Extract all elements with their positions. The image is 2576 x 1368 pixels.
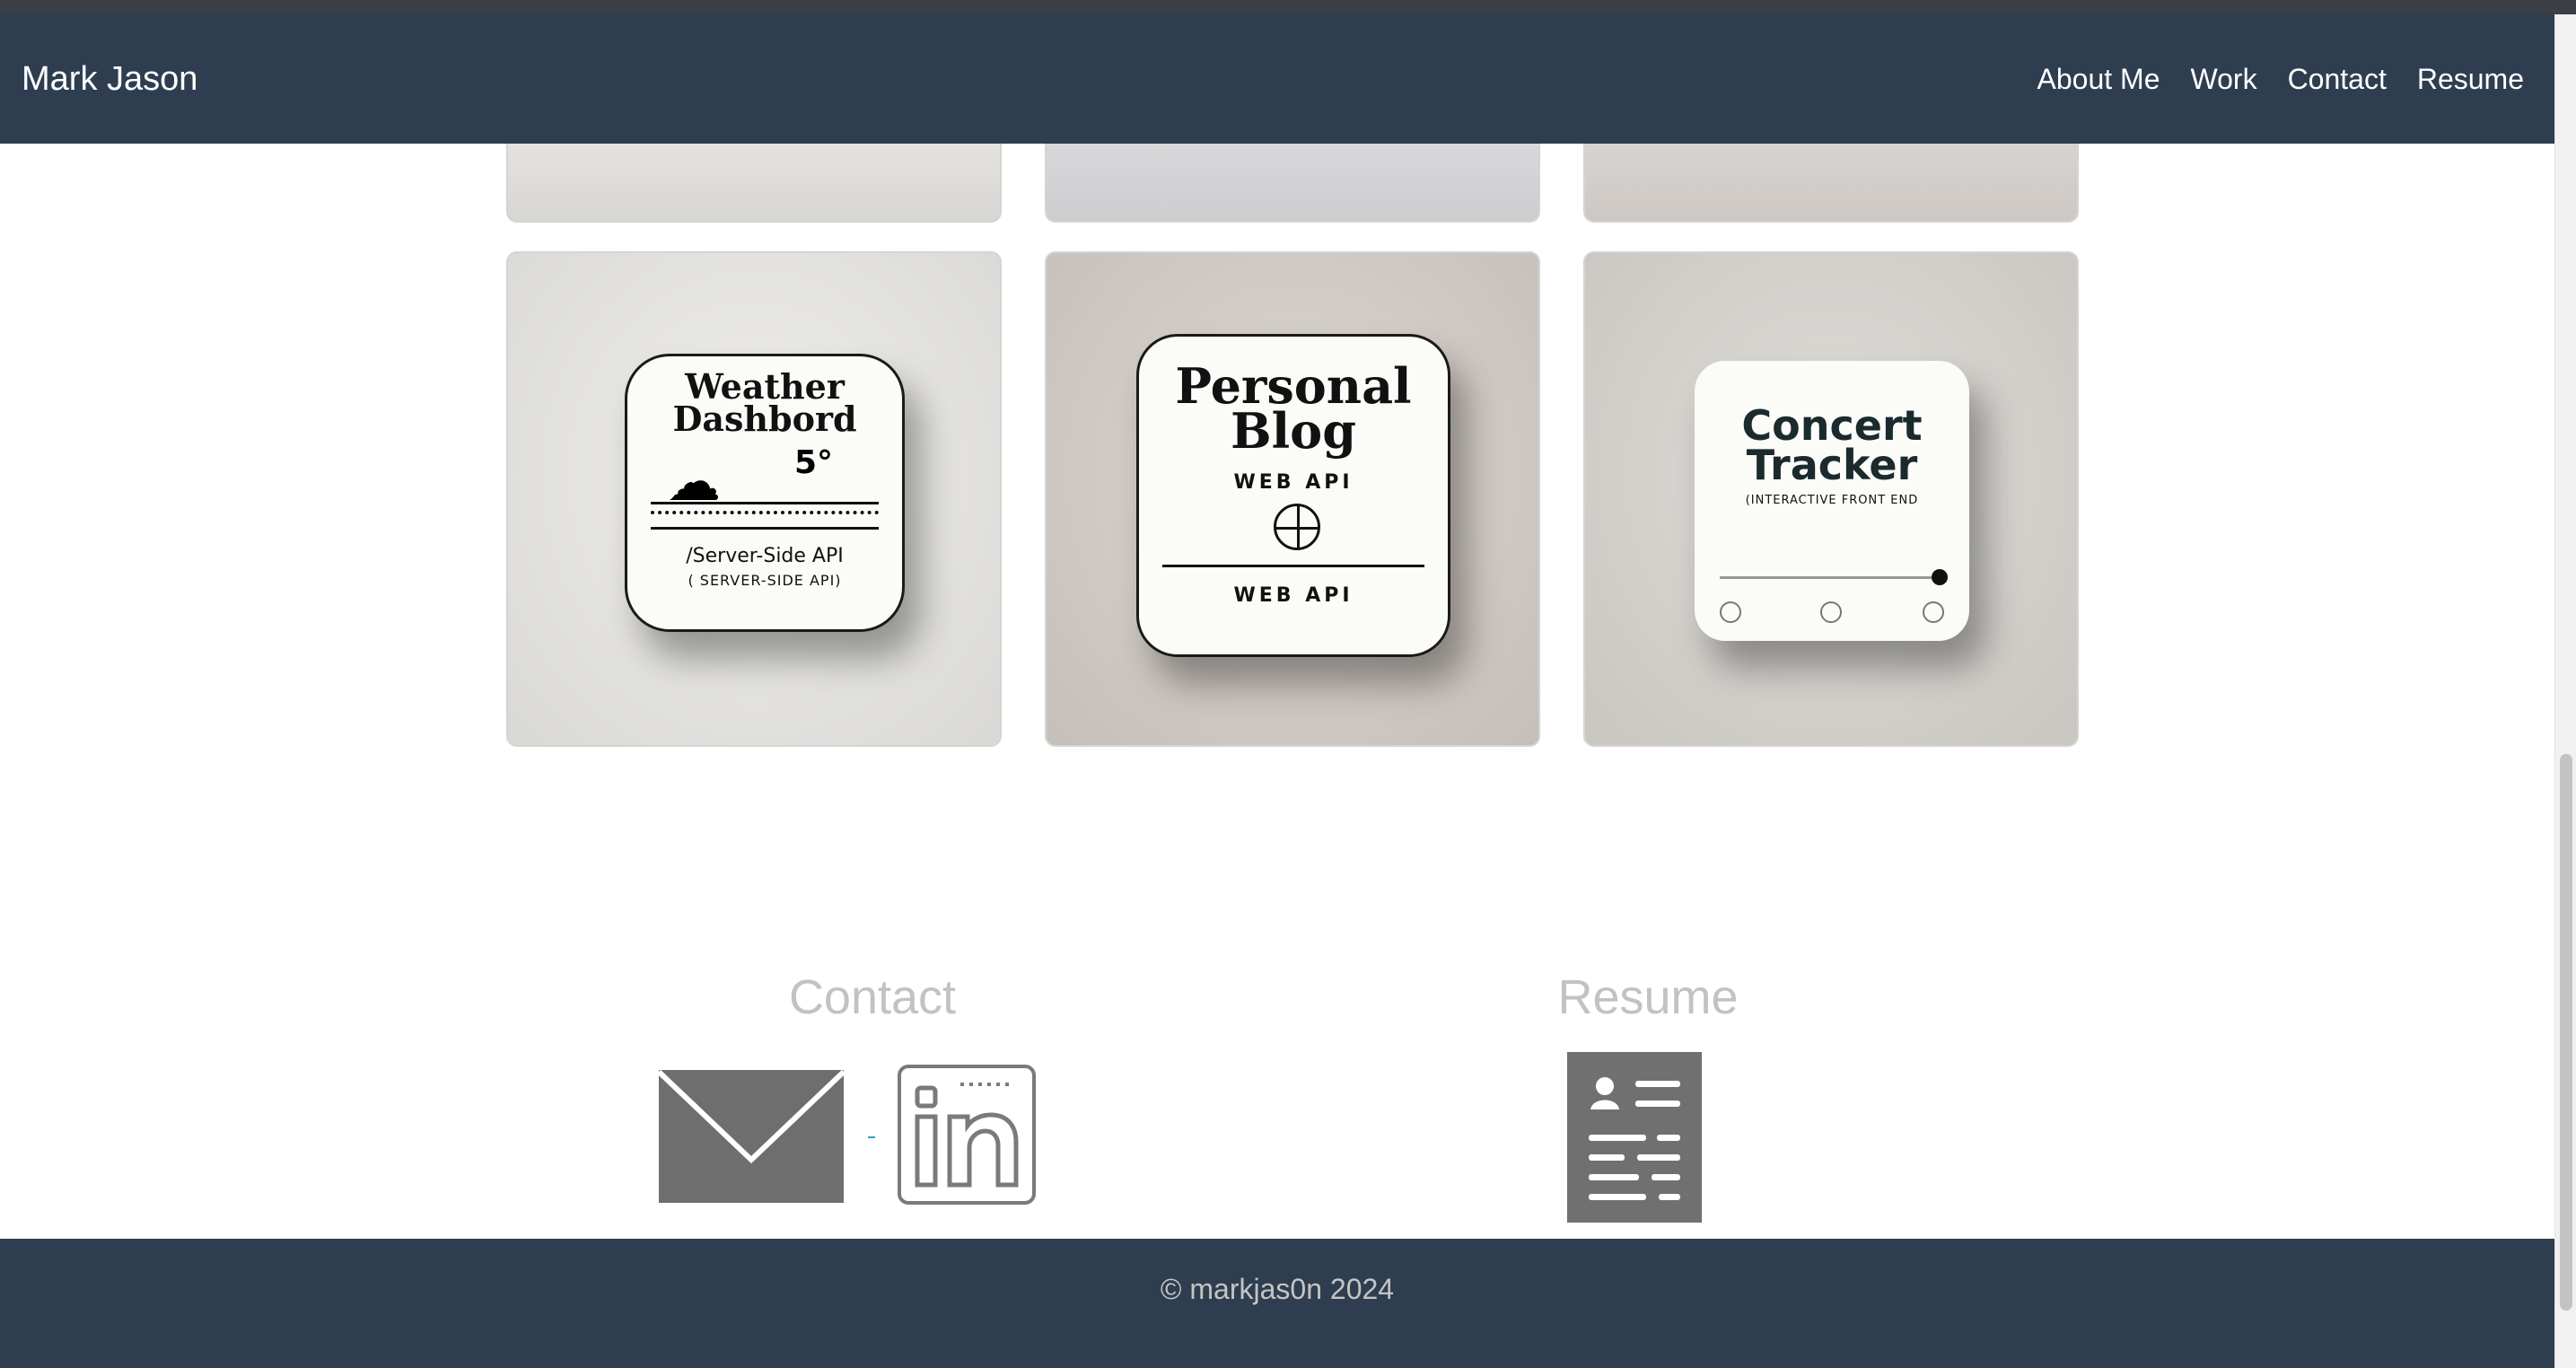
slider-track-graphic [1720, 576, 1944, 579]
play-button-icon [1923, 601, 1944, 623]
project-tile-partial[interactable] [1583, 135, 2079, 223]
button-icon [1820, 601, 1842, 623]
divider [651, 502, 879, 504]
brand-name[interactable]: Mark Jason [22, 14, 197, 144]
concert-tracker-card-image: Concert Tracker (INTERACTIVE FRONT END [1695, 361, 1969, 641]
cloud-icon: ☁ [667, 452, 721, 512]
resume-document-icon[interactable] [1567, 1052, 1702, 1223]
weather-title-line2: Dashbord [672, 399, 857, 439]
divider [1162, 565, 1424, 567]
resume-section-title: Resume [1557, 970, 1739, 1024]
envelope-icon[interactable] [656, 1069, 846, 1203]
nav-link-about-me[interactable]: About Me [2037, 63, 2160, 96]
concert-title-line1: Concert [1741, 401, 1923, 450]
globe-crosshair-icon [1274, 504, 1320, 550]
concert-tracker-subtitle: (INTERACTIVE FRONT END [1745, 494, 1919, 507]
nav-link-contact[interactable]: Contact [2288, 63, 2387, 96]
weather-temperature-mark: 5° [794, 444, 834, 481]
footer: © markjas0n 2024 [0, 1239, 2554, 1368]
personal-blog-subtitle-2: WEB API [1233, 584, 1354, 607]
linkedin-icon[interactable] [898, 1065, 1036, 1205]
weather-dashboard-card-image: Weather Dashbord ☁ 5° /Server-Side API (… [625, 354, 905, 632]
personal-blog-subtitle: WEB API [1233, 471, 1354, 494]
dotted-divider [651, 511, 879, 514]
play-button-icon [1720, 601, 1741, 623]
blog-title-line2: Blog [1231, 402, 1356, 460]
personal-blog-card-image: Personal Blog WEB API WEB API [1136, 334, 1450, 657]
concert-title-line2: Tracker [1746, 441, 1918, 489]
scrollbar-thumb[interactable] [2560, 754, 2572, 1311]
footer-copyright: © markjas0n 2024 [1160, 1273, 1395, 1305]
browser-top-strip [0, 0, 2576, 14]
slider-knob-graphic [1932, 569, 1948, 585]
weather-dashboard-title: Weather Dashbord [627, 370, 902, 439]
weather-dashboard-subtitle-2: ( SERVER-SIDE API) [688, 572, 842, 589]
weather-dashboard-subtitle: /Server-Side API [686, 545, 844, 567]
project-tile-concert-tracker[interactable]: Concert Tracker (INTERACTIVE FRONT END [1583, 251, 2079, 747]
project-tile-weather-dashboard[interactable]: Weather Dashbord ☁ 5° /Server-Side API (… [506, 251, 1002, 747]
concert-tracker-title: Concert Tracker [1695, 401, 1969, 489]
contact-section-title: Contact [788, 970, 957, 1024]
nav-link-work[interactable]: Work [2190, 63, 2256, 96]
project-tile-partial[interactable] [506, 135, 1002, 223]
nav-links: About Me Work Contact Resume [2037, 14, 2554, 144]
project-tile-partial[interactable] [1045, 135, 1540, 223]
divider [651, 527, 879, 530]
nav-link-resume[interactable]: Resume [2417, 63, 2524, 96]
project-tile-personal-blog[interactable]: Personal Blog WEB API WEB API [1045, 251, 1540, 747]
separator-dash [868, 1136, 875, 1138]
navbar: Mark Jason About Me Work Contact Resume [0, 14, 2554, 144]
personal-blog-title: Personal Blog [1139, 362, 1448, 460]
